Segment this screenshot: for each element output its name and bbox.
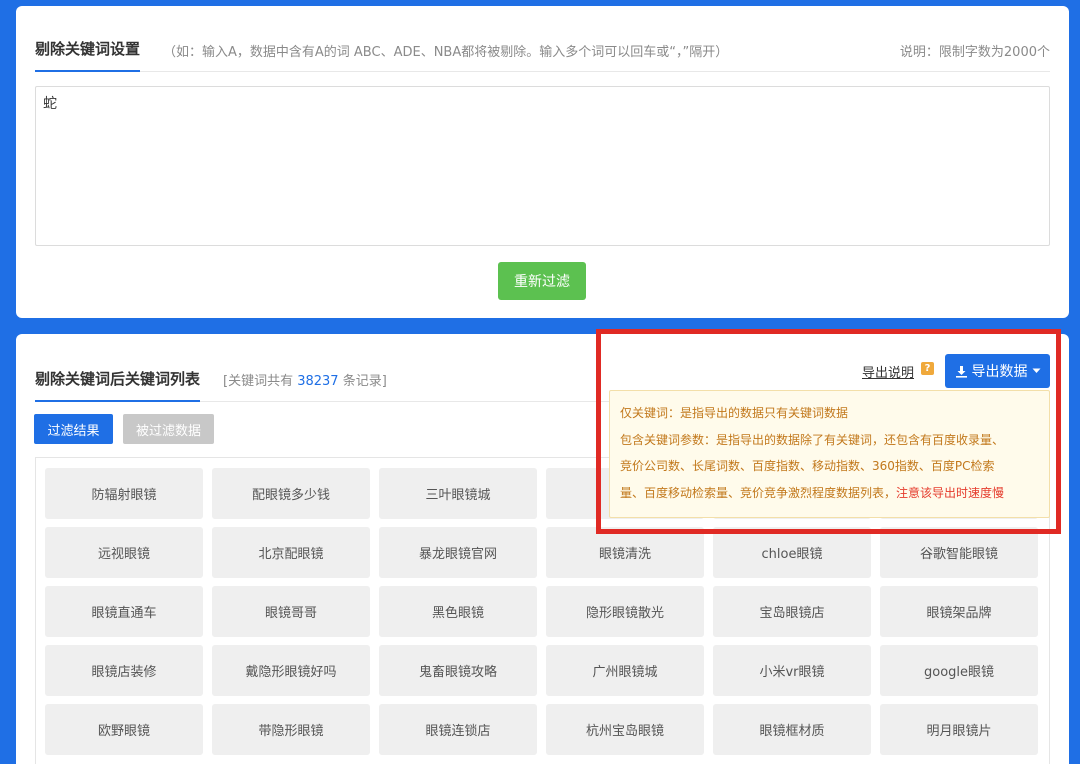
export-data-button[interactable]: 导出数据: [945, 354, 1050, 388]
caret-down-icon: [1032, 368, 1040, 373]
keyword-item[interactable]: 黑色眼镜: [379, 586, 537, 637]
keyword-item[interactable]: 欧野眼镜: [45, 704, 203, 755]
char-limit-note: 说明：限制字数为2000个: [899, 45, 1050, 60]
tooltip-warning: 注意该导出时速度慢: [896, 485, 1005, 500]
record-count-suffix: 条记录]: [342, 374, 387, 389]
record-count-number: 38237: [297, 374, 339, 389]
keyword-item[interactable]: 眼镜直通车: [45, 586, 203, 637]
keyword-item[interactable]: 戴隐形眼镜好吗: [212, 645, 370, 696]
keyword-item[interactable]: 广州眼镜城: [546, 645, 704, 696]
exclude-keywords-textarea[interactable]: [35, 86, 1050, 246]
keyword-item[interactable]: 眼镜架品牌: [880, 586, 1038, 637]
keyword-item[interactable]: 配眼镜多少钱: [212, 468, 370, 519]
keyword-item[interactable]: 眼镜框材质: [713, 704, 871, 755]
exclude-settings-title: 剔除关键词设置: [35, 38, 141, 72]
keyword-item[interactable]: google眼镜: [880, 645, 1038, 696]
tooltip-line-4: 量、百度移动检索量、竞价竞争激烈程度数据列表，注意该导出时速度慢: [620, 480, 1039, 507]
record-count-prefix: [关键词共有: [223, 374, 294, 389]
tooltip-line-4-text: 量、百度移动检索量、竞价竞争激烈程度数据列表，: [620, 485, 897, 500]
keyword-item[interactable]: 带隐形眼镜: [212, 704, 370, 755]
tooltip-line-1: 仅关键词：是指导出的数据只有关键词数据: [620, 406, 849, 420]
keyword-item[interactable]: chloe眼镜: [713, 527, 871, 578]
keyword-item[interactable]: 谷歌智能眼镜: [880, 527, 1038, 578]
keyword-item[interactable]: 小米vr眼镜: [713, 645, 871, 696]
export-data-label: 导出数据: [971, 364, 1028, 380]
keyword-item[interactable]: 暴龙眼镜官网: [379, 527, 537, 578]
keyword-item[interactable]: 眼镜店装修: [45, 645, 203, 696]
keyword-item[interactable]: 隐形眼镜散光: [546, 586, 704, 637]
keyword-item[interactable]: 杭州宝岛眼镜: [546, 704, 704, 755]
exclude-settings-header: 剔除关键词设置 （如：输入A，数据中含有A的词 ABC、ADE、NBA都将被剔除…: [35, 28, 1050, 72]
download-icon: [955, 365, 967, 378]
tooltip-line-3: 竞价公司数、长尾词数、百度指数、移动指数、360指数、百度PC检索: [620, 459, 995, 473]
tab-filtered-data[interactable]: 被过滤数据: [123, 414, 214, 444]
keyword-item[interactable]: 三叶眼镜城: [379, 468, 537, 519]
tooltip-line-2: 包含关键词参数：是指导出的数据除了有关键词，还包含有百度收录量、: [620, 432, 1005, 447]
keyword-item[interactable]: 远视眼镜: [45, 527, 203, 578]
keyword-item[interactable]: 明月眼镜片: [880, 704, 1038, 755]
exclude-settings-hint: （如：输入A，数据中含有A的词 ABC、ADE、NBA都将被剔除。输入多个词可以…: [163, 45, 729, 60]
exclude-settings-panel: 剔除关键词设置 （如：输入A，数据中含有A的词 ABC、ADE、NBA都将被剔除…: [16, 6, 1069, 318]
export-help-link[interactable]: 导出说明: [862, 362, 914, 381]
question-icon: ?: [921, 362, 934, 375]
keyword-item[interactable]: 防辐射眼镜: [45, 468, 203, 519]
keyword-list-panel: 剔除关键词后关键词列表 [关键词共有 38237 条记录] 过滤结果 被过滤数据…: [16, 334, 1069, 764]
export-help-tooltip: 仅关键词：是指导出的数据只有关键词数据 包含关键词参数：是指导出的数据除了有关键…: [609, 390, 1050, 518]
keyword-list-title: 剔除关键词后关键词列表: [35, 368, 201, 402]
keyword-item[interactable]: 眼镜哥哥: [212, 586, 370, 637]
keyword-item[interactable]: 鬼畜眼镜攻略: [379, 645, 537, 696]
tab-filter-result[interactable]: 过滤结果: [34, 414, 113, 444]
keyword-item[interactable]: 北京配眼镜: [212, 527, 370, 578]
keyword-item[interactable]: 眼镜连锁店: [379, 704, 537, 755]
refilter-button[interactable]: 重新过滤: [498, 262, 586, 300]
keyword-item[interactable]: 眼镜清洗: [546, 527, 704, 578]
keyword-item[interactable]: 宝岛眼镜店: [713, 586, 871, 637]
record-count: [关键词共有 38237 条记录]: [223, 370, 387, 389]
